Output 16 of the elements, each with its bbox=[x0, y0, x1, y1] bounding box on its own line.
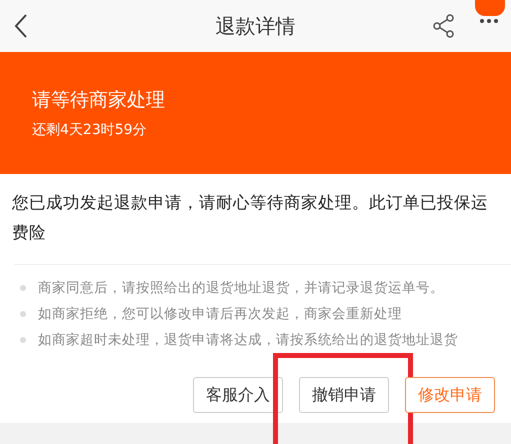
back-icon[interactable] bbox=[14, 14, 28, 38]
note-text: 如商家拒绝，您可以修改申请后再次发起，商家会重新处理 bbox=[38, 305, 402, 323]
page-title: 退款详情 bbox=[216, 12, 296, 40]
action-button[interactable]: 撤销申请 bbox=[299, 377, 389, 413]
bullet-icon bbox=[20, 311, 26, 317]
share-icon[interactable] bbox=[433, 14, 455, 38]
more-icon[interactable] bbox=[479, 18, 499, 24]
note-text: 商家同意后，请按照给出的退货地址退货，并请记录退货运单号。 bbox=[38, 279, 444, 297]
bullet-icon bbox=[20, 285, 26, 291]
note-text: 如商家超时未处理，退货申请将达成，请按系统给出的退货地址退货 bbox=[38, 331, 458, 349]
action-button[interactable]: 客服介入 bbox=[193, 377, 283, 413]
countdown-text: 还剩4天23时59分 bbox=[32, 121, 148, 139]
notification-badge bbox=[475, 0, 505, 16]
status-title: 请等待商家处理 bbox=[32, 88, 166, 113]
status-message: 您已成功发起退款申请，请耐心等待商家处理。此订单已投保运费险 bbox=[11, 192, 489, 244]
bullet-icon bbox=[20, 337, 26, 343]
